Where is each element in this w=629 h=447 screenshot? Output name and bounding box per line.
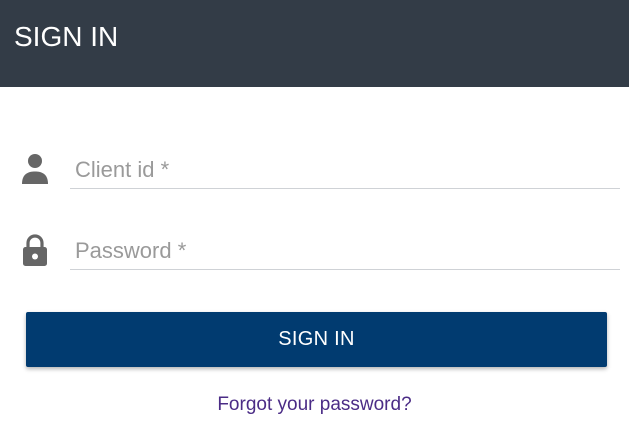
password-input[interactable] <box>70 221 620 270</box>
lock-icon <box>23 234 47 266</box>
app-header: SIGN IN <box>0 0 629 87</box>
sign-in-button[interactable]: SIGN IN <box>26 312 607 367</box>
client-id-input[interactable] <box>70 140 620 189</box>
password-field-row <box>0 221 629 281</box>
client-id-field-row <box>0 140 629 200</box>
forgot-password-link[interactable]: Forgot your password? <box>0 394 629 416</box>
page-title: SIGN IN <box>14 21 119 52</box>
person-icon <box>22 154 48 184</box>
